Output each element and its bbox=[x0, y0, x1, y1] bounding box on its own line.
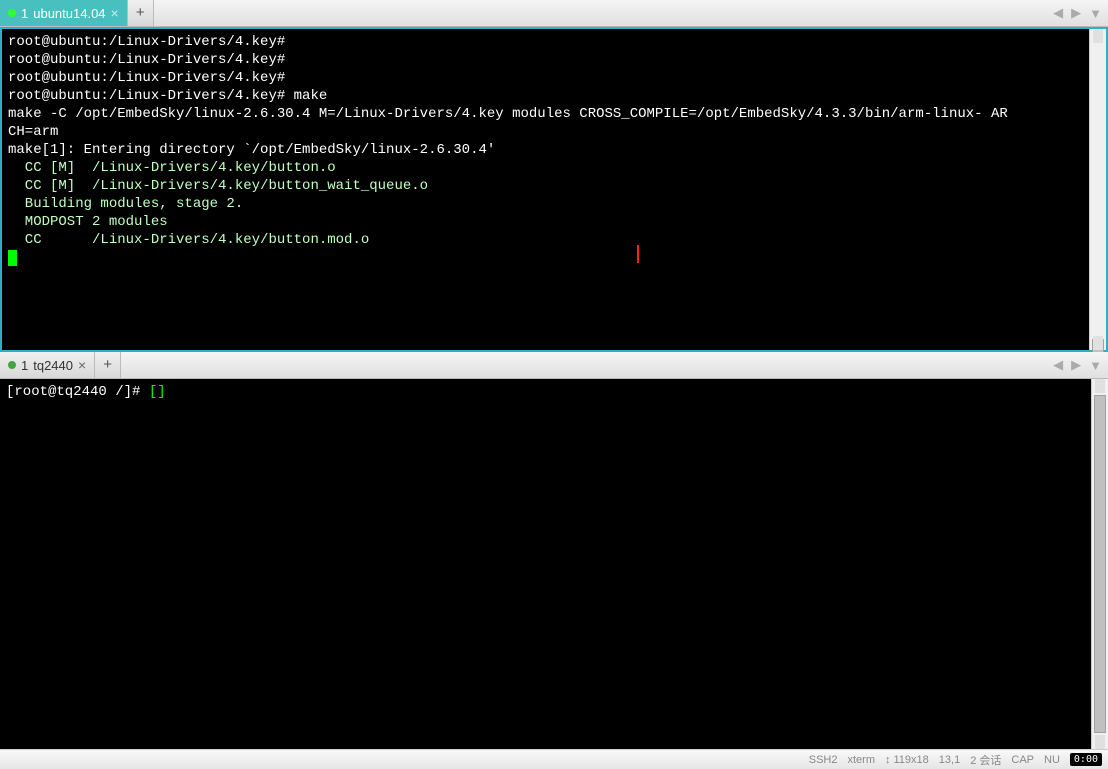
tab-index: 1 bbox=[21, 6, 28, 21]
plus-icon: + bbox=[136, 5, 145, 22]
next-tab-icon[interactable]: ▶ bbox=[1069, 5, 1083, 21]
close-icon[interactable]: × bbox=[111, 5, 119, 21]
prev-tab-icon[interactable]: ◀ bbox=[1051, 357, 1065, 373]
status-size: ↕119x18 bbox=[885, 754, 929, 766]
scroll-thumb[interactable] bbox=[1092, 339, 1104, 353]
tab-tq2440[interactable]: 1 tq2440 × bbox=[0, 352, 95, 378]
terminal-wrap-top: root@ubuntu:/Linux-Drivers/4.key# root@u… bbox=[0, 27, 1108, 352]
terminal-bottom[interactable]: [root@tq2440 /]# [] bbox=[0, 379, 1091, 749]
status-duration: 13,1 bbox=[939, 754, 960, 766]
pane-ubuntu: 1 ubuntu14.04 × + ◀ ▶ ▼ root@ubuntu:/Lin… bbox=[0, 0, 1108, 352]
status-dot-icon bbox=[8, 9, 16, 17]
tab-title: ubuntu14.04 bbox=[33, 6, 105, 21]
terminal-top[interactable]: root@ubuntu:/Linux-Drivers/4.key# root@u… bbox=[2, 29, 1089, 350]
status-dot-icon bbox=[8, 361, 16, 369]
status-ssh: SSH2 bbox=[809, 754, 838, 766]
status-caps: CAP bbox=[1011, 754, 1034, 766]
tab-nav-bottom: ◀ ▶ ▼ bbox=[1051, 352, 1104, 378]
scrollbar-bottom[interactable] bbox=[1091, 379, 1108, 749]
scroll-thumb[interactable] bbox=[1094, 395, 1106, 733]
resize-icon: ↕ bbox=[885, 754, 891, 766]
pane-tq2440: 1 tq2440 × + ◀ ▶ ▼ [root@tq2440 /]# [] S… bbox=[0, 352, 1108, 769]
prev-tab-icon[interactable]: ◀ bbox=[1051, 5, 1065, 21]
tab-bar-bottom: 1 tq2440 × + ◀ ▶ ▼ bbox=[0, 352, 1108, 379]
tab-ubuntu[interactable]: 1 ubuntu14.04 × bbox=[0, 0, 128, 26]
status-sessions: 2 会话 bbox=[970, 752, 1001, 768]
tab-menu-icon[interactable]: ▼ bbox=[1087, 358, 1104, 373]
next-tab-icon[interactable]: ▶ bbox=[1069, 357, 1083, 373]
close-icon[interactable]: × bbox=[78, 357, 86, 373]
tab-title: tq2440 bbox=[33, 358, 73, 373]
status-bar: SSH2 xterm ↕119x18 13,1 2 会话 CAP NU 0:00 bbox=[0, 749, 1108, 769]
tab-nav-top: ◀ ▶ ▼ bbox=[1051, 0, 1104, 26]
text-cursor-icon bbox=[637, 245, 639, 263]
tab-index: 1 bbox=[21, 358, 28, 373]
tab-bar-top: 1 ubuntu14.04 × + ◀ ▶ ▼ bbox=[0, 0, 1108, 27]
plus-icon: + bbox=[103, 357, 112, 374]
add-tab-button[interactable]: + bbox=[128, 0, 154, 26]
status-num: NU bbox=[1044, 754, 1060, 766]
terminal-wrap-bottom: [root@tq2440 /]# [] bbox=[0, 379, 1108, 749]
status-term: xterm bbox=[848, 754, 876, 766]
scrollbar-top[interactable] bbox=[1089, 29, 1106, 350]
clock: 0:00 bbox=[1070, 753, 1102, 766]
tab-menu-icon[interactable]: ▼ bbox=[1087, 6, 1104, 21]
add-tab-button[interactable]: + bbox=[95, 352, 121, 378]
